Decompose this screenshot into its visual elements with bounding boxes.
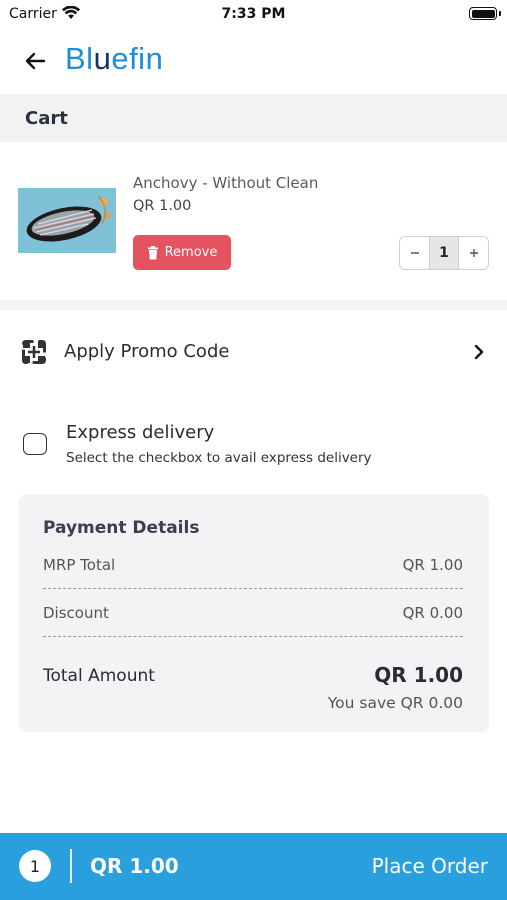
promo-label: Apply Promo Code — [64, 341, 230, 362]
arrow-left-icon[interactable] — [20, 46, 50, 76]
plus-icon — [469, 249, 478, 257]
quantity-value: 1 — [429, 237, 459, 269]
dashed-divider — [43, 588, 463, 589]
express-delivery-subtitle: Select the checkbox to avail express del… — [66, 450, 372, 466]
cart-title: Cart — [25, 108, 68, 129]
dashed-divider — [43, 636, 463, 637]
battery-icon — [469, 7, 497, 20]
mrp-total-value: QR 1.00 — [402, 556, 463, 574]
payment-title: Payment Details — [43, 518, 200, 538]
decrement-button[interactable] — [400, 237, 429, 269]
bar-total: QR 1.00 — [90, 854, 179, 878]
savings-text: You save QR 0.00 — [327, 694, 463, 712]
trash-icon — [147, 245, 158, 259]
discount-row: Discount QR 0.00 — [43, 604, 463, 622]
section-divider — [0, 300, 507, 310]
express-delivery-checkbox[interactable] — [23, 433, 47, 455]
total-amount-label: Total Amount — [43, 666, 155, 686]
cart-section-header: Cart — [0, 94, 507, 142]
product-name: Anchovy - Without Clean — [133, 174, 319, 192]
logo-text: Bluefin — [65, 41, 164, 76]
express-delivery-row: Express delivery Select the checkbox to … — [0, 415, 507, 475]
cart-item: Anchovy - Without Clean QR 1.00 Remove 1 — [0, 142, 507, 300]
express-delivery-title: Express delivery — [66, 422, 215, 443]
promo-icon — [22, 340, 46, 364]
product-image — [18, 188, 116, 253]
increment-button[interactable] — [459, 237, 488, 269]
app-logo: Bluefin — [65, 41, 163, 77]
quantity-stepper: 1 — [399, 236, 489, 270]
bottom-order-bar: 1 QR 1.00 Place Order — [0, 833, 507, 900]
remove-button[interactable]: Remove — [133, 235, 231, 270]
minus-icon — [410, 252, 419, 254]
bar-separator — [70, 849, 72, 883]
item-count-badge: 1 — [19, 850, 51, 882]
mrp-total-label: MRP Total — [43, 556, 116, 574]
status-bar: Carrier 7:33 PM — [0, 0, 507, 30]
discount-label: Discount — [43, 604, 109, 622]
apply-promo-row[interactable]: Apply Promo Code — [0, 326, 507, 380]
remove-label: Remove — [164, 245, 218, 260]
product-price: QR 1.00 — [133, 198, 192, 214]
total-amount-value: QR 1.00 — [374, 663, 463, 687]
clock: 7:33 PM — [221, 6, 286, 22]
chevron-right-icon — [474, 344, 484, 360]
app-header: Bluefin — [0, 30, 507, 94]
payment-details-card: Payment Details MRP Total QR 1.00 Discou… — [19, 494, 489, 732]
place-order-button[interactable]: Place Order — [372, 854, 488, 878]
mrp-total-row: MRP Total QR 1.00 — [43, 556, 463, 574]
battery-tip — [499, 11, 501, 16]
discount-value: QR 0.00 — [402, 604, 463, 622]
